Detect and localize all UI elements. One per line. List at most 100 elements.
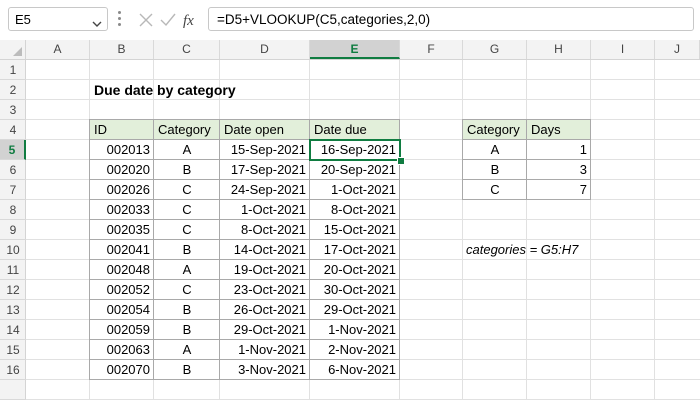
col-header-j[interactable]: J [655, 40, 700, 59]
header-date-due[interactable]: Date due [310, 120, 400, 140]
col-header-c[interactable]: C [154, 40, 220, 59]
row-header-7[interactable]: 7 [0, 180, 26, 200]
cell-date-open[interactable]: 8-Oct-2021 [220, 220, 310, 240]
col-header-g[interactable]: G [463, 40, 527, 59]
col-header-d[interactable]: D [220, 40, 310, 59]
cell-date-due[interactable]: 16-Sep-2021 [310, 140, 400, 160]
cell-category[interactable]: B [154, 160, 220, 180]
cell-id[interactable]: 002048 [90, 260, 154, 280]
cell-category[interactable]: B [154, 240, 220, 260]
cell-category[interactable]: A [154, 260, 220, 280]
cell-id[interactable]: 002041 [90, 240, 154, 260]
col-header-e[interactable]: E [310, 40, 400, 59]
cell-date-open[interactable]: 3-Nov-2021 [220, 360, 310, 380]
lookup-cell-category[interactable]: A [463, 140, 527, 160]
cell-category[interactable]: C [154, 280, 220, 300]
row-header-6[interactable]: 6 [0, 160, 26, 180]
svg-text:fx: fx [183, 13, 194, 29]
row-header-15[interactable]: 15 [0, 340, 26, 360]
named-range-note[interactable]: categories = G5:H7 [466, 240, 646, 260]
more-options-icon[interactable] [118, 11, 121, 27]
lookup-cell-category[interactable]: C [463, 180, 527, 200]
enter-check-icon[interactable] [158, 10, 178, 30]
cancel-icon[interactable] [136, 10, 156, 30]
cell-date-open[interactable]: 1-Oct-2021 [220, 200, 310, 220]
row-header-11[interactable]: 11 [0, 260, 26, 280]
cell-category[interactable]: C [154, 180, 220, 200]
lookup-cell-category[interactable]: B [463, 160, 527, 180]
sheet-grid[interactable]: Due date by category ID Category Date op… [26, 60, 700, 400]
row-header-8[interactable]: 8 [0, 200, 26, 220]
cell-date-due[interactable]: 30-Oct-2021 [310, 280, 400, 300]
row-header-14[interactable]: 14 [0, 320, 26, 340]
lookup-cell-days[interactable]: 1 [527, 140, 591, 160]
row-header-1[interactable]: 1 [0, 60, 26, 80]
row-header-17[interactable] [0, 380, 26, 400]
sheet-title[interactable]: Due date by category [94, 80, 294, 100]
lookup-header-days[interactable]: Days [527, 120, 591, 140]
lookup-cell-days[interactable]: 3 [527, 160, 591, 180]
cell-id[interactable]: 002052 [90, 280, 154, 300]
cell-date-open[interactable]: 23-Oct-2021 [220, 280, 310, 300]
cell-date-open[interactable]: 15-Sep-2021 [220, 140, 310, 160]
cell-category[interactable]: C [154, 200, 220, 220]
col-header-i[interactable]: I [591, 40, 655, 59]
cell-date-due[interactable]: 1-Oct-2021 [310, 180, 400, 200]
row-header-5[interactable]: 5 [0, 140, 26, 160]
select-all-button[interactable] [0, 40, 26, 59]
cell-date-due[interactable]: 1-Nov-2021 [310, 320, 400, 340]
chevron-down-icon[interactable] [92, 16, 102, 31]
lookup-cell-days[interactable]: 7 [527, 180, 591, 200]
col-header-a[interactable]: A [26, 40, 90, 59]
cell-id[interactable]: 002059 [90, 320, 154, 340]
cell-date-due[interactable]: 2-Nov-2021 [310, 340, 400, 360]
cell-id[interactable]: 002033 [90, 200, 154, 220]
col-header-h[interactable]: H [527, 40, 591, 59]
cell-id[interactable]: 002035 [90, 220, 154, 240]
cell-id[interactable]: 002013 [90, 140, 154, 160]
row-header-3[interactable]: 3 [0, 100, 26, 120]
col-header-b[interactable]: B [90, 40, 154, 59]
cell-date-open[interactable]: 24-Sep-2021 [220, 180, 310, 200]
col-header-f[interactable]: F [400, 40, 463, 59]
header-id[interactable]: ID [90, 120, 154, 140]
lookup-header-category[interactable]: Category [463, 120, 527, 140]
cell-date-due[interactable]: 20-Oct-2021 [310, 260, 400, 280]
cell-date-open[interactable]: 26-Oct-2021 [220, 300, 310, 320]
cell-category[interactable]: A [154, 140, 220, 160]
cell-id[interactable]: 002070 [90, 360, 154, 380]
cell-date-due[interactable]: 6-Nov-2021 [310, 360, 400, 380]
cell-date-due[interactable]: 17-Oct-2021 [310, 240, 400, 260]
name-box[interactable]: E5 [8, 7, 108, 31]
cell-category[interactable]: B [154, 360, 220, 380]
cell-category[interactable]: B [154, 300, 220, 320]
insert-function-icon[interactable]: fx [181, 10, 201, 30]
header-category[interactable]: Category [154, 120, 220, 140]
cell-category[interactable]: B [154, 320, 220, 340]
cell-date-due[interactable]: 29-Oct-2021 [310, 300, 400, 320]
row-header-13[interactable]: 13 [0, 300, 26, 320]
cell-date-open[interactable]: 14-Oct-2021 [220, 240, 310, 260]
cell-date-due[interactable]: 8-Oct-2021 [310, 200, 400, 220]
cell-id[interactable]: 002063 [90, 340, 154, 360]
cell-id[interactable]: 002054 [90, 300, 154, 320]
cell-date-due[interactable]: 15-Oct-2021 [310, 220, 400, 240]
cell-date-open[interactable]: 17-Sep-2021 [220, 160, 310, 180]
row-header-16[interactable]: 16 [0, 360, 26, 380]
header-date-open[interactable]: Date open [220, 120, 310, 140]
cell-category[interactable]: C [154, 220, 220, 240]
formula-input[interactable]: =D5+VLOOKUP(C5,categories,2,0) [208, 7, 694, 31]
row-header-9[interactable]: 9 [0, 220, 26, 240]
fill-handle[interactable] [397, 157, 405, 165]
cell-date-open[interactable]: 1-Nov-2021 [220, 340, 310, 360]
cell-date-open[interactable]: 29-Oct-2021 [220, 320, 310, 340]
cell-date-due[interactable]: 20-Sep-2021 [310, 160, 400, 180]
cell-category[interactable]: A [154, 340, 220, 360]
row-header-12[interactable]: 12 [0, 280, 26, 300]
cell-id[interactable]: 002020 [90, 160, 154, 180]
row-header-4[interactable]: 4 [0, 120, 26, 140]
row-header-2[interactable]: 2 [0, 80, 26, 100]
cell-id[interactable]: 002026 [90, 180, 154, 200]
cell-date-open[interactable]: 19-Oct-2021 [220, 260, 310, 280]
row-header-10[interactable]: 10 [0, 240, 26, 260]
